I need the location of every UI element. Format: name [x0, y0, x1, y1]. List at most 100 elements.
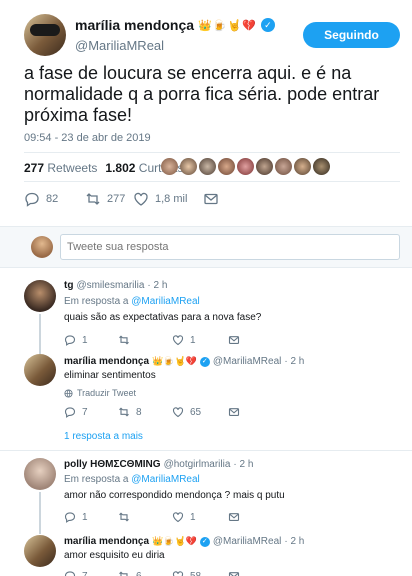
- translate-tweet[interactable]: Traduzir Tweet: [64, 388, 136, 398]
- author-handle[interactable]: @MariliaMReal: [75, 38, 164, 53]
- verified-icon: ✓: [199, 536, 210, 547]
- reply-header: polly HΘMΣCΘMING @hotgirlmarilia · 2 h: [64, 459, 253, 470]
- name-emojis: 👑🍺🤘💔: [152, 356, 197, 367]
- in-reply-to: Em resposta a @MariliaMReal: [64, 296, 200, 307]
- reply-author-handle[interactable]: @hotgirlmarilia: [164, 459, 231, 470]
- heart-icon: [172, 512, 184, 523]
- retweet-action[interactable]: 6: [118, 570, 172, 576]
- liker-avatar[interactable]: [180, 158, 197, 175]
- retweet-action[interactable]: [118, 334, 172, 346]
- reply-author-handle[interactable]: @smilesmarilia: [76, 280, 144, 291]
- liker-avatar[interactable]: [313, 158, 330, 175]
- more-replies-link[interactable]: 1 resposta a mais: [64, 431, 143, 442]
- reply-author-name[interactable]: tg: [64, 280, 73, 291]
- like-action[interactable]: 65: [172, 406, 228, 418]
- reply-avatar[interactable]: [24, 535, 56, 567]
- reply-tweet[interactable]: marília mendonça 👑🍺🤘💔 ✓ @MariliaMReal · …: [0, 350, 412, 450]
- dm-action[interactable]: [228, 570, 240, 576]
- like-action[interactable]: 1,8 mil: [133, 191, 203, 207]
- retweet-icon: [86, 193, 100, 205]
- reply-tweet[interactable]: tg @smilesmarilia · 2 h Em resposta a @M…: [0, 270, 412, 354]
- like-action[interactable]: 58: [172, 570, 228, 576]
- reply-avatar[interactable]: [24, 280, 56, 312]
- author-avatar[interactable]: [24, 14, 66, 56]
- reply-time[interactable]: · 2 h: [284, 536, 304, 547]
- reply-count: 7: [82, 406, 88, 418]
- author-name-row: marília mendonça 👑🍺🤘💔 ✓: [75, 17, 275, 33]
- reply-author-name[interactable]: marília mendonça: [64, 536, 149, 547]
- in-reply-to-link[interactable]: @MariliaMReal: [131, 474, 200, 485]
- retweet-icon: [119, 512, 129, 522]
- envelope-icon: [228, 408, 240, 416]
- liker-avatar[interactable]: [161, 158, 178, 175]
- dm-action[interactable]: [228, 511, 240, 523]
- author-display-name[interactable]: marília mendonça: [75, 17, 194, 33]
- reply-count: 82: [46, 193, 59, 205]
- reply-action[interactable]: 82: [24, 191, 85, 207]
- reply-author-handle[interactable]: @MariliaMReal: [213, 356, 282, 367]
- reply-input[interactable]: [60, 234, 400, 260]
- retweet-action[interactable]: 277: [85, 191, 133, 207]
- retweets-stat[interactable]: 277 Retweets: [24, 161, 97, 175]
- reply-header: marília mendonça 👑🍺🤘💔 ✓ @MariliaMReal · …: [64, 356, 304, 367]
- liker-avatar[interactable]: [275, 158, 292, 175]
- like-count: 1,8 mil: [155, 193, 188, 205]
- liker-avatar[interactable]: [218, 158, 235, 175]
- liker-avatar[interactable]: [256, 158, 273, 175]
- retweet-icon: [119, 407, 129, 417]
- liker-avatars: [161, 158, 330, 175]
- envelope-icon: [228, 513, 240, 521]
- liker-avatar[interactable]: [294, 158, 311, 175]
- name-emojis: 👑🍺🤘💔: [198, 18, 257, 32]
- reply-count: 7: [82, 570, 88, 576]
- reply-avatar[interactable]: [24, 354, 56, 386]
- verified-icon: ✓: [199, 356, 210, 367]
- liker-avatar[interactable]: [237, 158, 254, 175]
- divider: [24, 152, 400, 153]
- reply-author-name[interactable]: marília mendonça: [64, 356, 149, 367]
- reply-actions: 1 1: [64, 334, 240, 346]
- reply-icon: [25, 192, 39, 207]
- like-action[interactable]: 1: [172, 334, 228, 346]
- reply-action[interactable]: 1: [64, 511, 118, 523]
- tweet-timestamp[interactable]: 09:54 - 23 de abr de 2019: [24, 132, 151, 144]
- reply-header: tg @smilesmarilia · 2 h: [64, 280, 167, 291]
- reply-time[interactable]: · 2 h: [284, 356, 304, 367]
- reply-text: amor esquisito eu diria: [64, 550, 165, 561]
- reply-action[interactable]: 1: [64, 334, 118, 346]
- globe-icon: [64, 388, 73, 398]
- reply-composer: [0, 226, 412, 268]
- retweet-action[interactable]: [118, 511, 172, 523]
- dm-action[interactable]: [203, 191, 219, 207]
- like-action[interactable]: 1: [172, 511, 228, 523]
- reply-author-handle[interactable]: @MariliaMReal: [213, 536, 282, 547]
- like-count: 1: [190, 511, 196, 523]
- reply-tweet[interactable]: polly HΘMΣCΘMING @hotgirlmarilia · 2 h E…: [0, 452, 412, 534]
- retweet-count: 277: [107, 193, 126, 205]
- heart-icon: [134, 192, 148, 206]
- reply-avatar[interactable]: [24, 458, 56, 490]
- reply-tweet[interactable]: marília mendonça 👑🍺🤘💔 ✓ @MariliaMReal · …: [0, 532, 412, 576]
- reply-action[interactable]: 7: [64, 570, 118, 576]
- retweet-action[interactable]: 8: [118, 406, 172, 418]
- reply-icon: [64, 512, 76, 523]
- divider: [0, 450, 412, 451]
- following-button[interactable]: Seguindo: [303, 22, 400, 48]
- reply-icon: [64, 407, 76, 418]
- verified-icon: ✓: [260, 18, 275, 32]
- dm-action[interactable]: [228, 334, 240, 346]
- reply-actions: 1 1: [64, 511, 240, 523]
- retweet-count: 6: [136, 570, 142, 576]
- reply-action[interactable]: 7: [64, 406, 118, 418]
- retweet-icon: [119, 571, 128, 576]
- reply-time[interactable]: · 2 h: [147, 280, 167, 291]
- reply-author-name[interactable]: polly HΘMΣCΘMING: [64, 459, 161, 470]
- reply-actions: 7 6 58: [64, 570, 240, 576]
- dm-action[interactable]: [228, 406, 240, 418]
- in-reply-to-link[interactable]: @MariliaMReal: [131, 296, 200, 307]
- tweet-stats: 277 Retweets 1.802 Curtidas: [24, 161, 183, 175]
- reply-time[interactable]: · 2 h: [233, 459, 253, 470]
- like-count: 65: [190, 406, 202, 418]
- retweet-icon: [119, 335, 129, 345]
- liker-avatar[interactable]: [199, 158, 216, 175]
